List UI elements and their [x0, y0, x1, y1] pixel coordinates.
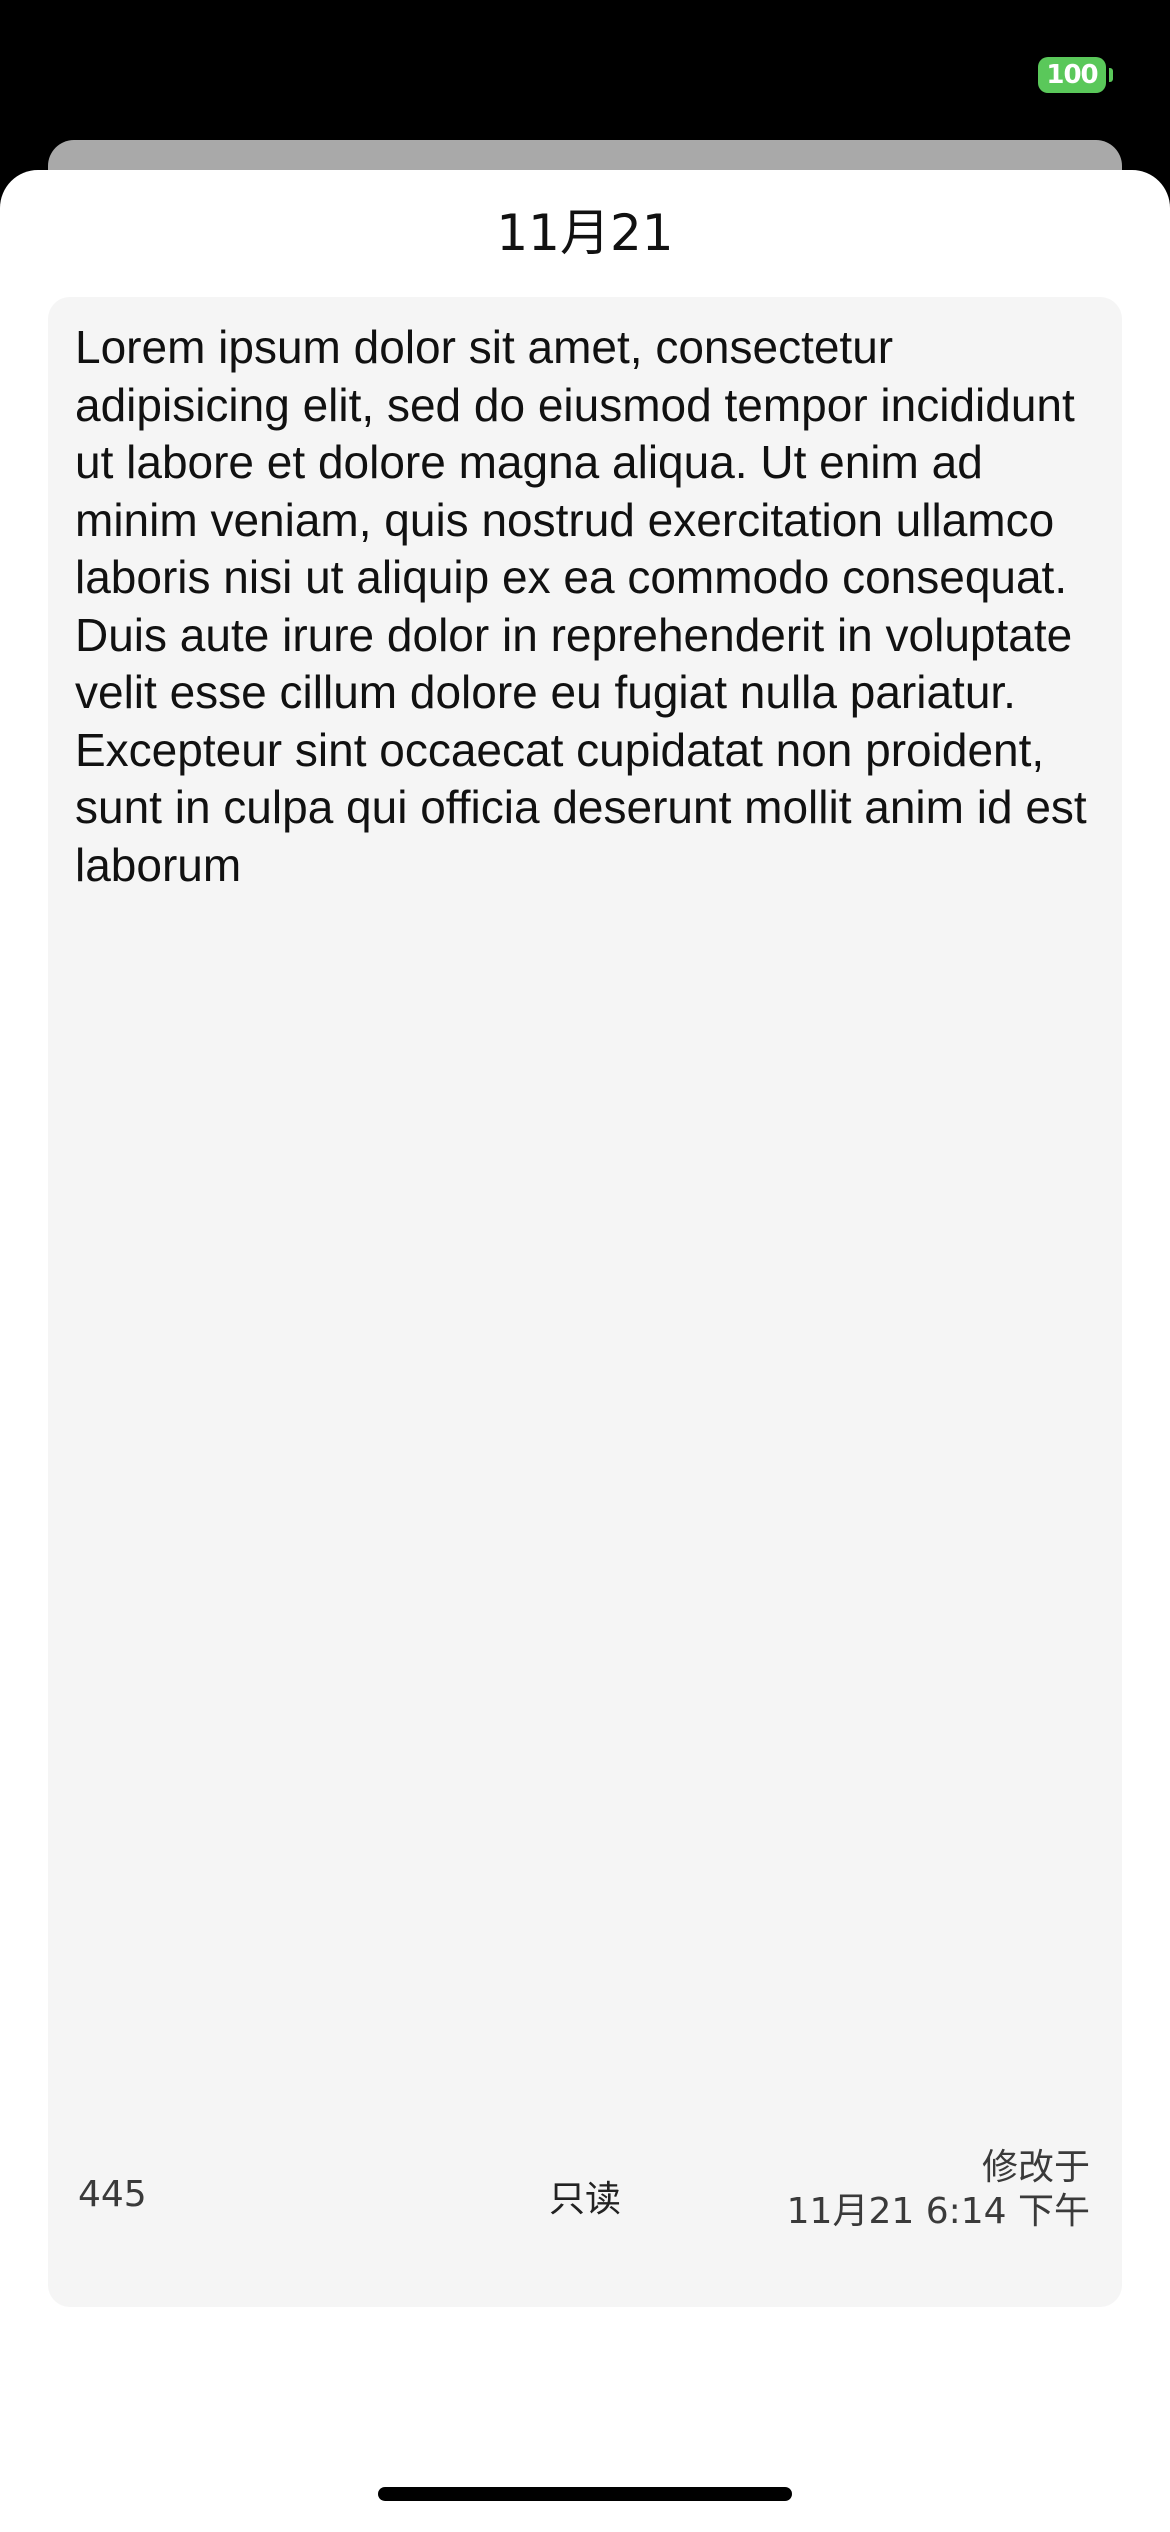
character-count: 445 — [78, 2174, 147, 2215]
sheet-title: 11月21 — [496, 204, 674, 262]
note-text-area[interactable]: Lorem ipsum dolor sit amet, consectetur … — [48, 297, 1122, 2307]
modified-timestamp: 修改于 11月21 6:14 下午 — [787, 2146, 1090, 2234]
modified-label: 修改于 — [981, 2147, 1090, 2188]
note-body-text[interactable]: Lorem ipsum dolor sit amet, consectetur … — [75, 319, 1105, 894]
home-indicator[interactable] — [378, 2487, 792, 2501]
status-bar: 100 — [0, 0, 1170, 150]
modified-time: 11月21 6:14 下午 — [786, 2191, 1090, 2232]
readonly-button[interactable]: 只读 — [527, 2160, 643, 2240]
battery-icon: 100 — [1038, 57, 1106, 93]
battery-tip — [1109, 68, 1113, 82]
